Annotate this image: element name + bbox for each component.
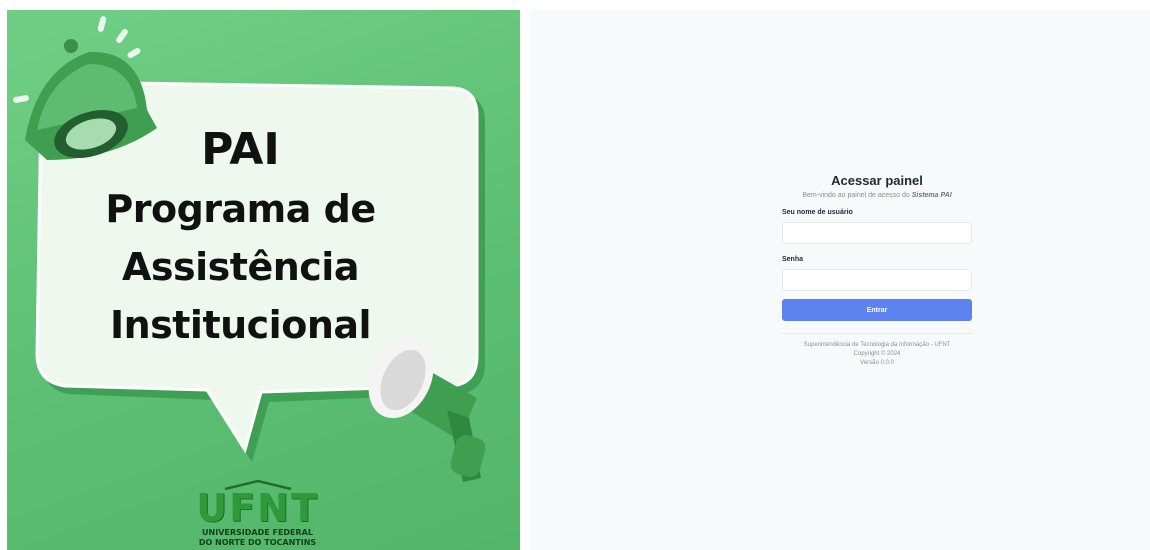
- program-name-line-2: Assistência: [122, 245, 359, 289]
- username-group: Seu nome de usuário: [782, 209, 972, 244]
- password-input[interactable]: [782, 269, 972, 291]
- username-input[interactable]: [782, 222, 972, 244]
- logo-subtitle-1: UNIVERSIDADE FEDERAL: [202, 528, 313, 537]
- logo-wordmark: UFNT: [196, 486, 319, 530]
- login-form: Acessar painel Bem-vindo ao painel de ac…: [782, 173, 972, 369]
- bubble-headline: PAI Programa de Assistência Instituciona…: [63, 120, 418, 354]
- program-name-line-3: Institucional: [109, 303, 372, 347]
- program-name-line-1: Programa de: [105, 187, 376, 231]
- password-label: Senha: [782, 256, 804, 263]
- login-footer: Superintendência de Tecnologia da Inform…: [782, 342, 972, 366]
- login-page: PAI Programa de Assistência Instituciona…: [0, 0, 1150, 550]
- username-label: Seu nome de usuário: [782, 209, 853, 216]
- logo-subtitle-2: DO NORTE DO TOCANTINS: [198, 538, 317, 547]
- footer-copyright: Copyright © 2024: [853, 351, 901, 357]
- program-acronym: PAI: [201, 124, 280, 175]
- password-group: Senha: [782, 256, 972, 291]
- footer-divider: [782, 333, 972, 334]
- form-subtitle: Bem-vindo ao painel de acesso do Sistema…: [782, 192, 972, 199]
- promo-banner: PAI Programa de Assistência Instituciona…: [7, 10, 520, 550]
- ufnt-logo: UFNT UNIVERSIDADE FEDERAL DO NORTE DO TO…: [190, 480, 325, 548]
- subtitle-text: Bem-vindo ao painel de acesso do: [802, 192, 910, 199]
- footer-org: Superintendência de Tecnologia da Inform…: [803, 342, 951, 348]
- form-title: Acessar painel: [831, 173, 923, 188]
- submit-button[interactable]: Entrar: [782, 299, 972, 321]
- login-panel: Acessar painel Bem-vindo ao painel de ac…: [529, 10, 1150, 550]
- subtitle-system-name: Sistema PAI: [911, 192, 952, 199]
- footer-version: Versão 0.0.0: [860, 360, 894, 366]
